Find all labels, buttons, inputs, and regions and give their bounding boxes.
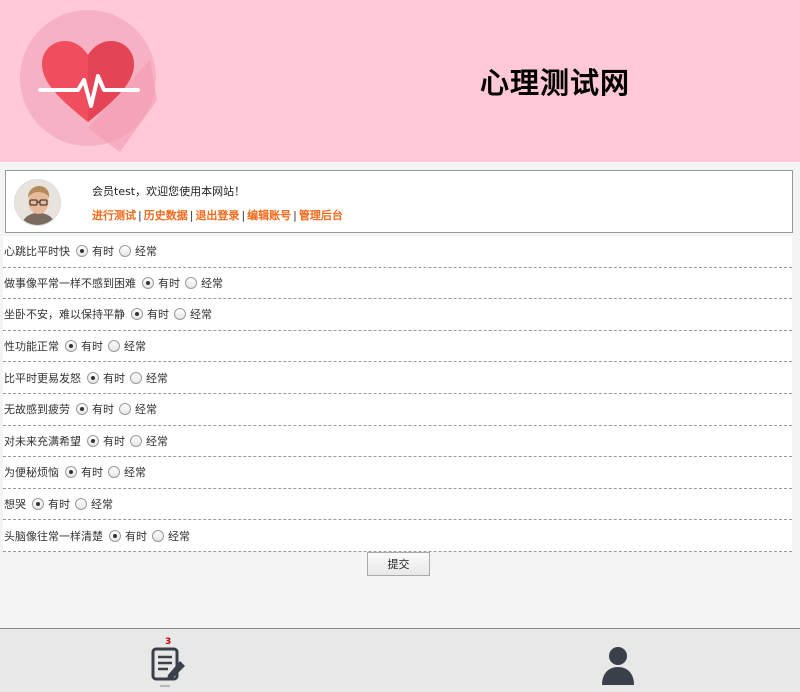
radio-often[interactable] bbox=[185, 276, 197, 289]
option-label: 有时 bbox=[103, 371, 125, 385]
main-content: 会员test，欢迎您使用本网站！ 进行测试 | 历史数据 | 退出登录 | 编辑账号 | 管理后… bbox=[3, 162, 795, 628]
radio-sometimes[interactable] bbox=[131, 308, 143, 321]
option-label: 有时 bbox=[147, 308, 169, 322]
avatar bbox=[14, 179, 61, 226]
question-text: 做事像平常一样不感到困难 bbox=[4, 276, 136, 290]
option-label: 有时 bbox=[92, 403, 114, 417]
radio-sometimes[interactable] bbox=[142, 276, 154, 289]
radio-sometimes[interactable] bbox=[65, 466, 77, 479]
question-text: 心跳比平时快 bbox=[4, 245, 70, 259]
radio-often[interactable] bbox=[174, 308, 186, 321]
question-text: 对未来充满希望 bbox=[4, 434, 81, 448]
user-links: 进行测试 | 历史数据 | 退出登录 | 编辑账号 | 管理后台 bbox=[92, 207, 343, 223]
user-info-box: 会员test，欢迎您使用本网站！ 进行测试 | 历史数据 | 退出登录 | 编辑账号 | 管理后… bbox=[5, 170, 793, 233]
radio-sometimes[interactable] bbox=[76, 245, 88, 258]
radio-often[interactable] bbox=[130, 434, 142, 447]
option-label: 经常 bbox=[135, 245, 157, 259]
option-label: 经常 bbox=[146, 371, 168, 385]
site-title: 心理测试网 bbox=[479, 66, 630, 100]
radio-often[interactable] bbox=[108, 466, 120, 479]
test-list-button[interactable]: 3 bbox=[150, 637, 188, 689]
user-profile-button[interactable] bbox=[600, 645, 636, 687]
question-row: 性功能正常 有时 经常 bbox=[3, 330, 792, 363]
option-label: 经常 bbox=[146, 434, 168, 448]
radio-often[interactable] bbox=[75, 498, 87, 511]
option-label: 经常 bbox=[201, 276, 223, 290]
question-text: 性功能正常 bbox=[4, 340, 59, 354]
radio-often[interactable] bbox=[119, 245, 131, 258]
test-list-icon bbox=[151, 647, 185, 687]
radio-often[interactable] bbox=[108, 340, 120, 353]
question-text: 头脑像往常一样清楚 bbox=[4, 529, 103, 543]
question-row: 头脑像往常一样清楚 有时 经常 bbox=[3, 520, 792, 552]
question-row: 做事像平常一样不感到困难 有时 经常 bbox=[3, 267, 792, 300]
question-text: 无故感到疲劳 bbox=[4, 403, 70, 417]
option-label: 有时 bbox=[81, 466, 103, 480]
link-admin[interactable]: 管理后台 bbox=[299, 209, 343, 222]
radio-sometimes[interactable] bbox=[87, 434, 99, 447]
question-row: 想哭 有时 经常 bbox=[3, 488, 792, 521]
question-row: 坐卧不安，难以保持平静 有时 经常 bbox=[3, 299, 792, 331]
option-label: 经常 bbox=[91, 498, 113, 512]
footer-nav: 3 bbox=[0, 628, 800, 692]
submit-button[interactable]: 提交 bbox=[367, 552, 430, 576]
radio-sometimes[interactable] bbox=[76, 403, 88, 416]
option-label: 经常 bbox=[168, 529, 190, 543]
link-separator: | bbox=[293, 209, 297, 222]
option-label: 有时 bbox=[81, 340, 103, 354]
option-label: 经常 bbox=[124, 466, 146, 480]
question-row: 比平时更易发怒 有时 经常 bbox=[3, 362, 792, 394]
radio-often[interactable] bbox=[152, 529, 164, 542]
option-label: 有时 bbox=[48, 498, 70, 512]
question-text: 坐卧不安，难以保持平静 bbox=[4, 308, 125, 322]
option-label: 有时 bbox=[92, 245, 114, 259]
question-row: 无故感到疲劳 有时 经常 bbox=[3, 393, 792, 426]
question-text: 为便秘烦恼 bbox=[4, 466, 59, 480]
notification-badge: 3 bbox=[165, 637, 172, 647]
heartbeat-logo-icon bbox=[20, 10, 157, 152]
question-list: 心跳比平时快 有时 经常 做事像平常一样不感到困难 有时 经常 坐卧不安，难以保… bbox=[3, 236, 792, 552]
question-text: 比平时更易发怒 bbox=[4, 371, 81, 385]
welcome-text: 会员test，欢迎您使用本网站！ bbox=[92, 185, 246, 198]
radio-sometimes[interactable] bbox=[109, 529, 121, 542]
header: 心理测试网 bbox=[0, 0, 800, 162]
radio-sometimes[interactable] bbox=[32, 498, 44, 511]
radio-sometimes[interactable] bbox=[65, 340, 77, 353]
option-label: 有时 bbox=[103, 434, 125, 448]
link-start-test[interactable]: 进行测试 bbox=[92, 209, 136, 222]
question-row: 为便秘烦恼 有时 经常 bbox=[3, 457, 792, 489]
option-label: 有时 bbox=[158, 276, 180, 290]
radio-often[interactable] bbox=[119, 403, 131, 416]
radio-often[interactable] bbox=[130, 371, 142, 384]
question-row: 心跳比平时快 有时 经常 bbox=[3, 236, 792, 268]
option-label: 经常 bbox=[135, 403, 157, 417]
link-separator: | bbox=[241, 209, 246, 222]
link-logout[interactable]: 退出登录 bbox=[195, 209, 239, 222]
option-label: 经常 bbox=[124, 340, 146, 354]
link-history[interactable]: 历史数据 bbox=[144, 209, 188, 222]
option-label: 经常 bbox=[190, 308, 212, 322]
question-text: 想哭 bbox=[4, 498, 26, 512]
link-edit-account[interactable]: 编辑账号 bbox=[247, 209, 291, 222]
option-label: 有时 bbox=[125, 529, 147, 543]
radio-sometimes[interactable] bbox=[87, 371, 99, 384]
user-profile-icon bbox=[602, 647, 634, 685]
question-row: 对未来充满希望 有时 经常 bbox=[3, 425, 792, 458]
link-separator: | bbox=[138, 209, 142, 222]
